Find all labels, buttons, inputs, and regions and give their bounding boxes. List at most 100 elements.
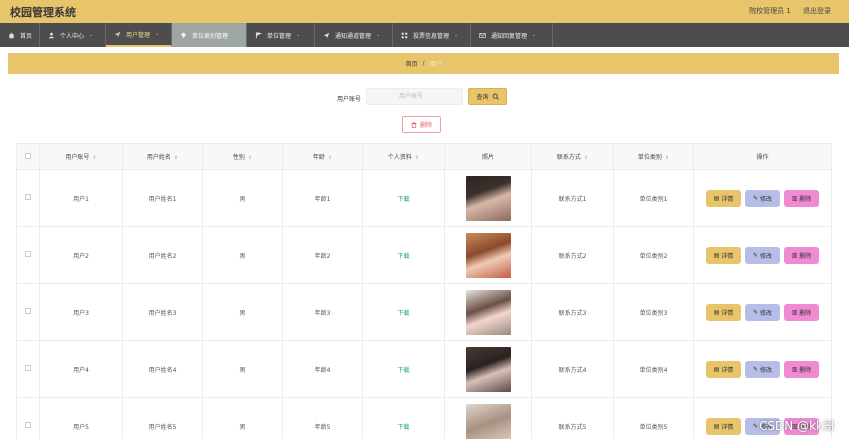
cell-gender: 男: [202, 283, 283, 341]
detail-button[interactable]: ▤ 详情: [706, 360, 741, 378]
edit-button[interactable]: ✎ 修改: [745, 303, 780, 321]
user-photo[interactable]: [465, 346, 511, 392]
column-header[interactable]: 单位类别 ⇕: [613, 143, 694, 170]
sort-icon[interactable]: ⇕: [328, 155, 332, 161]
row-select-cell[interactable]: [16, 169, 40, 227]
edit-label: 修改: [759, 309, 772, 317]
cell-contact: 联系方式3: [531, 283, 614, 341]
table-header-row: 用户账号 ⇕ 用户姓名 ⇕ 性别 ⇕ 年龄 ⇕ 个人资料 ⇕ 照片 联系方式 ⇕ 单位类别 ⇕…: [16, 143, 832, 170]
batch-delete-button[interactable]: 删除: [402, 116, 441, 133]
user-photo[interactable]: [465, 403, 511, 439]
delete-label: 删除: [799, 309, 812, 317]
cell-name: 用户姓名3: [122, 283, 203, 341]
column-label: 单位类别: [637, 154, 662, 161]
column-header[interactable]: 用户姓名 ⇕: [122, 143, 203, 170]
edit-button[interactable]: ✎ 修改: [745, 360, 780, 378]
trash-icon: ▥: [791, 308, 800, 316]
detail-button[interactable]: ▤ 详情: [706, 246, 741, 264]
cell-age: 年龄2: [282, 226, 363, 284]
pencil-icon: ✎: [753, 251, 760, 259]
nav-item-units[interactable]: 单位管理 ⌄: [247, 23, 315, 47]
detail-button[interactable]: ▤ 详情: [706, 189, 741, 207]
row-checkbox[interactable]: [25, 422, 31, 428]
breadcrumb-separator: /: [422, 60, 425, 67]
user-table: 用户账号 ⇕ 用户姓名 ⇕ 性别 ⇕ 年龄 ⇕ 个人资料 ⇕ 照片 联系方式 ⇕ 单位类别 ⇕…: [16, 143, 832, 439]
detail-button[interactable]: ▤ 详情: [706, 303, 741, 321]
sort-icon[interactable]: ⇕: [665, 155, 669, 161]
column-header[interactable]: 联系方式 ⇕: [531, 143, 614, 170]
edit-label: 修改: [759, 252, 772, 260]
row-checkbox[interactable]: [25, 194, 31, 200]
sort-icon[interactable]: ⇕: [174, 155, 178, 161]
download-link[interactable]: 下载: [397, 310, 409, 317]
logout-link[interactable]: 退出登录: [803, 7, 831, 15]
edit-button[interactable]: ✎ 修改: [745, 189, 780, 207]
column-label: 联系方式: [556, 154, 581, 161]
select-all-checkbox[interactable]: [25, 152, 31, 159]
cell-age: 年龄3: [282, 283, 363, 341]
row-checkbox[interactable]: [25, 365, 31, 371]
table-row: 用户4 用户姓名4 男 年龄4 下载 联系方式4 单位类别4 ▤ 详情 ✎ 修改…: [16, 340, 832, 398]
table-row: 用户5 用户姓名5 男 年龄5 下载 联系方式5 单位类别5 ▤ 详情 ✎ 修改…: [16, 397, 832, 439]
cell-name: 用户姓名4: [122, 340, 203, 398]
chevron-down-icon: ⌄: [376, 32, 381, 38]
download-link[interactable]: 下载: [397, 424, 409, 431]
row-select-cell[interactable]: [16, 226, 40, 284]
cell-name: 用户姓名2: [122, 226, 203, 284]
table-row: 用户3 用户姓名3 男 年龄3 下载 联系方式3 单位类别3 ▤ 详情 ✎ 修改…: [16, 283, 832, 341]
column-header[interactable]: 年龄 ⇕: [282, 143, 363, 170]
main-content: 用户账号 用户账号 查询 删除 用户账号 ⇕ 用户姓名 ⇕ 性别 ⇕ 年龄 ⇕ 个人资料…: [8, 80, 839, 439]
delete-button[interactable]: ▥ 删除: [784, 189, 819, 207]
nav-item-category[interactable]: 单位类别管理 ⌄: [172, 23, 247, 47]
delete-button[interactable]: ▥ 删除: [784, 246, 819, 264]
doc-icon: ▤: [713, 308, 722, 316]
download-link[interactable]: 下载: [397, 253, 409, 260]
sort-icon[interactable]: ⇕: [92, 155, 96, 161]
nav-item-vote[interactable]: 投票信息管理 ⌄: [393, 23, 471, 47]
sort-icon[interactable]: ⇕: [248, 155, 252, 161]
nav-item-personal[interactable]: 个人中心 ⌄: [40, 23, 106, 47]
cell-name: 用户姓名5: [122, 397, 203, 439]
mail-icon: [479, 32, 486, 38]
row-select-cell[interactable]: [16, 283, 40, 341]
detail-label: 详情: [721, 195, 734, 203]
cell-contact: 联系方式1: [531, 169, 614, 227]
nav-item-users[interactable]: 用户管理 ⌄: [106, 23, 172, 47]
download-link[interactable]: 下载: [397, 196, 409, 203]
edit-label: 修改: [759, 366, 772, 374]
chevron-down-icon: ⌄: [532, 32, 537, 38]
edit-button[interactable]: ✎ 修改: [745, 246, 780, 264]
delete-button[interactable]: ▥ 删除: [784, 303, 819, 321]
breadcrumb-home[interactable]: 首页: [405, 59, 417, 68]
cell-age: 年龄1: [282, 169, 363, 227]
search-button[interactable]: 查询: [468, 88, 507, 105]
sort-icon[interactable]: ⇕: [415, 155, 419, 161]
user-photo[interactable]: [465, 232, 511, 278]
row-checkbox[interactable]: [25, 251, 31, 257]
column-label: 年龄: [312, 154, 325, 161]
cell-gender: 男: [202, 397, 283, 439]
cell-account: 用户4: [39, 340, 123, 398]
user-photo[interactable]: [465, 175, 511, 221]
cell-contact: 联系方式4: [531, 340, 614, 398]
chevron-down-icon: ⌄: [454, 32, 459, 38]
column-header[interactable]: 个人资料 ⇕: [362, 143, 445, 170]
trash-icon: ▥: [791, 194, 800, 202]
sort-icon[interactable]: ⇕: [584, 155, 588, 161]
search-input[interactable]: 用户账号: [366, 88, 463, 105]
user-photo[interactable]: [465, 289, 511, 335]
nav-item-notice-channel[interactable]: 通知通道管理 ⌄: [315, 23, 393, 47]
row-checkbox[interactable]: [25, 308, 31, 314]
nav-item-home[interactable]: 首页: [0, 23, 40, 47]
column-header[interactable]: 性别 ⇕: [202, 143, 283, 170]
column-header[interactable]: 用户账号 ⇕: [39, 143, 123, 170]
delete-label: 删除: [799, 366, 812, 374]
detail-button[interactable]: ▤ 详情: [706, 417, 741, 435]
nav-item-notice-reply[interactable]: 通知回复管理 ⌄: [471, 23, 553, 47]
select-all-cell[interactable]: [16, 143, 40, 170]
row-select-cell[interactable]: [16, 397, 40, 439]
delete-button[interactable]: ▥ 删除: [784, 360, 819, 378]
delete-label: 删除: [799, 195, 812, 203]
row-select-cell[interactable]: [16, 340, 40, 398]
download-link[interactable]: 下载: [397, 367, 409, 374]
